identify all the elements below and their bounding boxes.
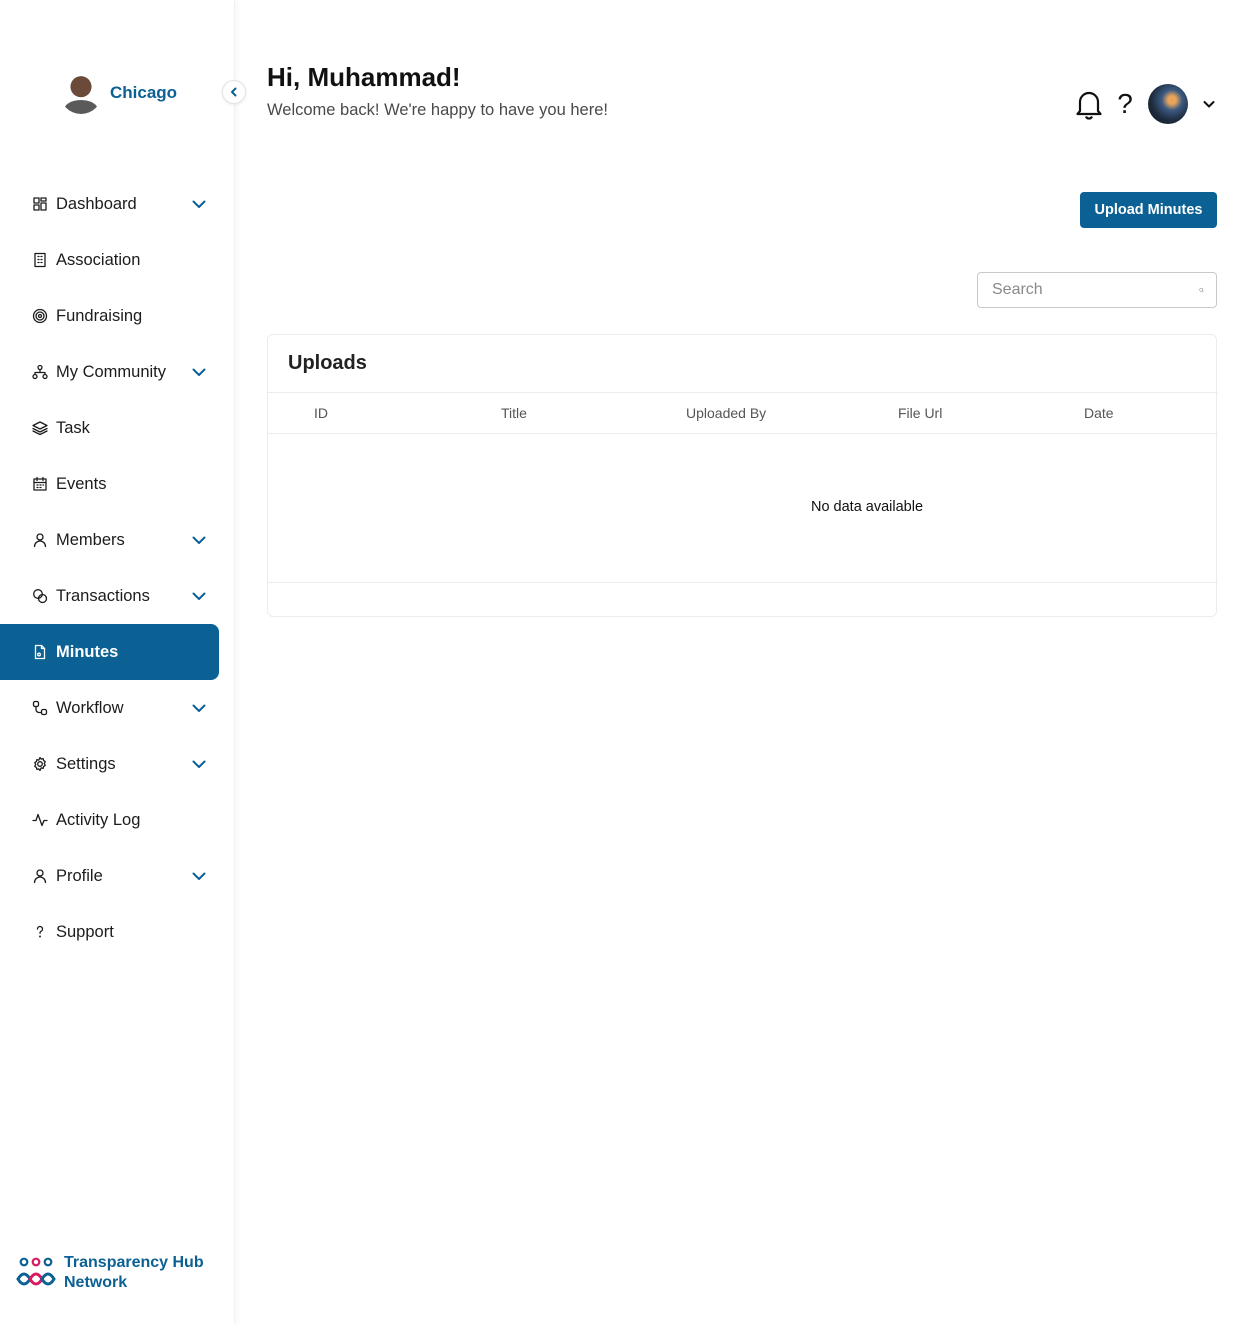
chevron-down-icon[interactable]: [190, 363, 208, 381]
sidebar-item-label: Support: [56, 922, 114, 941]
network-icon: [32, 364, 48, 380]
gear-icon: [32, 756, 48, 772]
dashboard-grid-icon: [32, 196, 48, 212]
column-header-id[interactable]: ID: [314, 405, 328, 421]
sidebar-item-task[interactable]: Task: [0, 400, 219, 456]
user-avatar[interactable]: [1148, 84, 1188, 124]
sidebar-item-events[interactable]: Events: [0, 456, 219, 512]
sidebar-item-dashboard[interactable]: Dashboard: [0, 176, 219, 232]
sidebar-item-association[interactable]: Association: [0, 232, 219, 288]
sidebar-item-fundraising[interactable]: Fundraising: [0, 288, 219, 344]
sidebar-item-minutes[interactable]: Minutes: [0, 624, 219, 680]
search-box: [977, 272, 1217, 308]
sidebar-item-label: Workflow: [56, 698, 124, 717]
calendar-icon: [32, 476, 48, 492]
collapse-sidebar-button[interactable]: [222, 80, 246, 104]
building-icon: [32, 252, 48, 268]
search-icon[interactable]: [1199, 280, 1204, 300]
search-input[interactable]: [992, 281, 1199, 299]
sidebar-item-label: Activity Log: [56, 810, 141, 829]
column-header-uploaded-by[interactable]: Uploaded By: [686, 405, 766, 421]
brand-logo-icon: [16, 1257, 56, 1286]
column-header-file-url[interactable]: File Url: [898, 405, 942, 421]
sidebar-item-label: Fundraising: [56, 306, 143, 325]
chevron-down-icon[interactable]: [190, 195, 208, 213]
org-avatar: [60, 72, 102, 114]
coins-icon: [32, 588, 48, 604]
sidebar-item-label: Profile: [56, 866, 103, 885]
chevron-down-icon[interactable]: [190, 587, 208, 605]
org-switcher[interactable]: Chicago: [60, 72, 177, 114]
help-icon[interactable]: ?: [1116, 88, 1134, 120]
sidebar-item-support[interactable]: Support: [0, 904, 219, 960]
sidebar-item-label: Transactions: [56, 586, 150, 605]
sidebar-item-label: My Community: [56, 362, 167, 381]
question-icon: [32, 924, 48, 940]
sidebar-item-label: Task: [56, 418, 90, 437]
chevron-down-icon[interactable]: [1202, 97, 1216, 111]
sidebar-item-label: Members: [56, 530, 125, 549]
sidebar-item-workflow[interactable]: Workflow: [0, 680, 219, 736]
header-actions: ?: [1074, 84, 1216, 124]
sidebar-item-label: Settings: [56, 754, 116, 773]
sidebar-item-label: Dashboard: [56, 194, 137, 213]
column-header-date[interactable]: Date: [1084, 405, 1114, 421]
org-name: Chicago: [110, 83, 178, 102]
brand-name-line1: Transparency Hub: [64, 1254, 204, 1271]
table-footer: [268, 582, 1218, 583]
greeting-title: Hi, Muhammad!: [267, 62, 461, 92]
sidebar-item-settings[interactable]: Settings: [0, 736, 219, 792]
brand: Transparency Hub Network: [14, 1253, 204, 1293]
sidebar-item-label: Association: [56, 250, 141, 269]
chevron-down-icon[interactable]: [190, 755, 208, 773]
sidebar-item-my-community[interactable]: My Community: [0, 344, 219, 400]
sidebar-item-activity-log[interactable]: Activity Log: [0, 792, 219, 848]
brand-name: Transparency Hub Network: [64, 1253, 204, 1293]
sidebar-item-label: Events: [56, 474, 107, 493]
document-icon: [32, 644, 48, 660]
sidebar-item-profile[interactable]: Profile: [0, 848, 219, 904]
bell-icon[interactable]: [1074, 87, 1104, 121]
table-header: ID Title Uploaded By File Url Date: [268, 392, 1218, 434]
column-header-title[interactable]: Title: [501, 405, 527, 421]
user-icon: [32, 532, 48, 548]
chevron-down-icon[interactable]: [190, 699, 208, 717]
brand-name-line2: Network: [64, 1274, 128, 1291]
sidebar-item-label: Minutes: [56, 642, 119, 661]
empty-state-text: No data available: [810, 499, 924, 515]
sidebar-item-members[interactable]: Members: [0, 512, 219, 568]
chevron-down-icon[interactable]: [190, 867, 208, 885]
workflow-icon: [32, 700, 48, 716]
user-icon: [32, 868, 48, 884]
chevron-left-icon: [231, 87, 237, 97]
layers-icon: [32, 420, 48, 436]
sidebar: Chicago Dashboard Association Fundraising M…: [0, 0, 246, 1325]
sidebar-nav: Dashboard Association Fundraising My Commun…: [0, 176, 219, 960]
target-icon: [32, 308, 48, 324]
upload-minutes-button[interactable]: Upload Minutes: [1080, 192, 1217, 228]
sidebar-item-transactions[interactable]: Transactions: [0, 568, 219, 624]
activity-icon: [32, 812, 48, 828]
welcome-message: Welcome back! We're happy to have you he…: [267, 101, 608, 119]
uploads-title: Uploads: [288, 352, 367, 374]
chevron-down-icon[interactable]: [190, 531, 208, 549]
uploads-card: Uploads ID Title Uploaded By File Url Da…: [267, 334, 1218, 617]
